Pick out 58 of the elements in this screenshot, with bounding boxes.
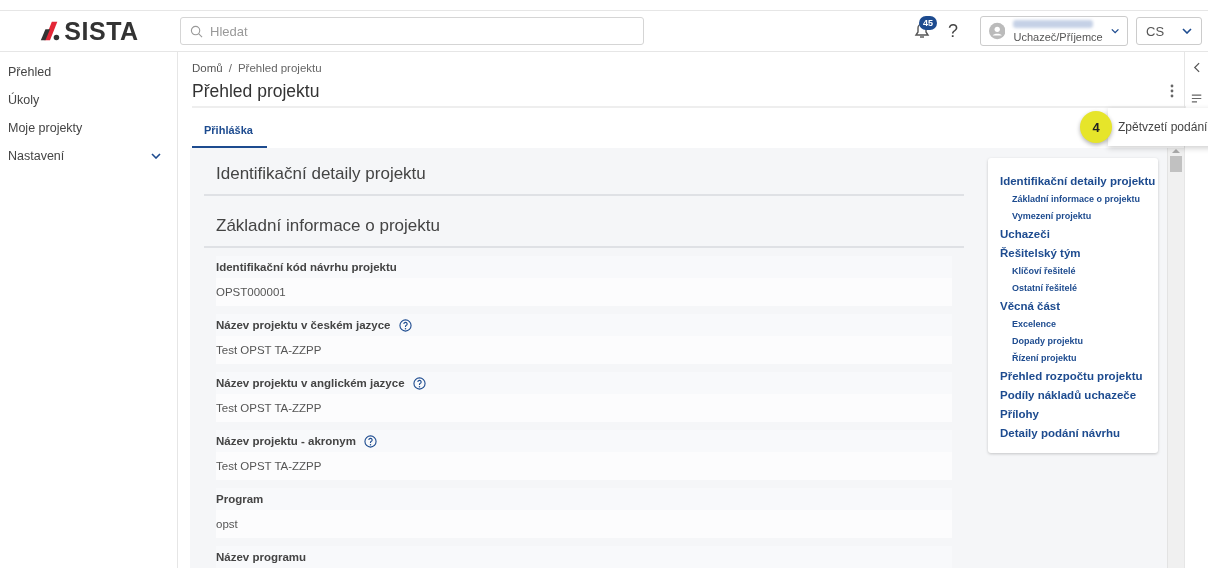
notification-badge: 45: [919, 16, 937, 30]
help-button[interactable]: ?: [948, 20, 958, 42]
toc-link[interactable]: Věcná část: [1000, 297, 1158, 316]
avatar-icon: [989, 21, 1006, 41]
field-value: opst: [216, 518, 238, 530]
toc-link[interactable]: Přílohy: [1000, 405, 1158, 424]
help-icon[interactable]: [398, 318, 412, 332]
field-value: Test OPST TA-ZZPP: [216, 460, 322, 472]
user-role: Uchazeč/Příjemce: [1013, 30, 1103, 43]
page-title: Přehled projektu: [192, 80, 320, 102]
toc-link[interactable]: Detaily podání návrhu: [1000, 424, 1158, 443]
scrollbar-thumb[interactable]: [1170, 156, 1182, 172]
sidebar-item[interactable]: Úkoly: [0, 86, 177, 114]
field-label: Název projektu v anglickém jazyce: [216, 377, 405, 389]
field-label: Program: [216, 493, 264, 505]
toc-link[interactable]: Základní informace o projektu: [1000, 191, 1158, 208]
chevron-down-icon: [1182, 28, 1192, 34]
toc-link[interactable]: Vymezení projektu: [1000, 208, 1158, 225]
list-icon[interactable]: [1190, 93, 1203, 104]
menu-item[interactable]: Zpětvzetí podání: [1108, 108, 1208, 146]
breadcrumb-separator: /: [228, 62, 232, 74]
chevron-down-icon: [1110, 28, 1119, 34]
toc-link[interactable]: Řízení projektu: [1000, 350, 1158, 367]
logo-icon: [39, 20, 62, 42]
toc-link[interactable]: Ostatní řešitelé: [1000, 280, 1158, 297]
sidebar-item[interactable]: Přehled: [0, 58, 177, 86]
toc-link[interactable]: Řešitelský tým: [1000, 244, 1158, 263]
field-label: Název projektu v českém jazyce: [216, 319, 391, 331]
help-icon[interactable]: [412, 376, 426, 390]
field-label: Název programu: [216, 551, 307, 563]
language-select[interactable]: CS: [1136, 17, 1202, 45]
field-value: Test OPST TA-ZZPP: [216, 344, 322, 356]
toc-link[interactable]: Podíly nákladů uchazeče: [1000, 386, 1158, 405]
search-field[interactable]: Hledat: [180, 17, 644, 45]
field-label: Identifikační kód návrhu projektu: [216, 261, 397, 273]
sidebar-item[interactable]: Moje projekty: [0, 114, 177, 142]
breadcrumb-item[interactable]: Domů: [192, 62, 223, 74]
collapse-icon[interactable]: [1193, 62, 1200, 73]
toc-link[interactable]: Dopady projektu: [1000, 333, 1158, 350]
toc-link[interactable]: Excelence: [1000, 316, 1158, 333]
user-menu[interactable]: Uchazeč/Příjemce: [980, 16, 1128, 46]
toc-link[interactable]: Přehled rozpočtu projektu: [1000, 367, 1158, 386]
field-label: Název projektu - akronym: [216, 435, 356, 447]
subsection-heading: Základní informace o projektu: [204, 210, 964, 248]
scrollbar[interactable]: [1167, 148, 1184, 568]
section-heading: Identifikační detaily projektu: [204, 158, 964, 196]
step-badge: 4: [1080, 111, 1112, 143]
toc-link[interactable]: Uchazeči: [1000, 225, 1158, 244]
help-icon[interactable]: [363, 434, 377, 448]
more-icon[interactable]: [1170, 84, 1174, 98]
logo-text: SISTA: [64, 16, 139, 46]
field-value: Test OPST TA-ZZPP: [216, 402, 322, 414]
sidebar-item[interactable]: Nastavení: [0, 142, 177, 170]
field-value: OPST000001: [216, 286, 286, 298]
toc-link[interactable]: Klíčoví řešitelé: [1000, 263, 1158, 280]
toc-link[interactable]: Identifikační detaily projektu: [1000, 172, 1158, 191]
chevron-down-icon: [151, 153, 161, 159]
breadcrumb-item: Přehled projektu: [237, 62, 322, 74]
